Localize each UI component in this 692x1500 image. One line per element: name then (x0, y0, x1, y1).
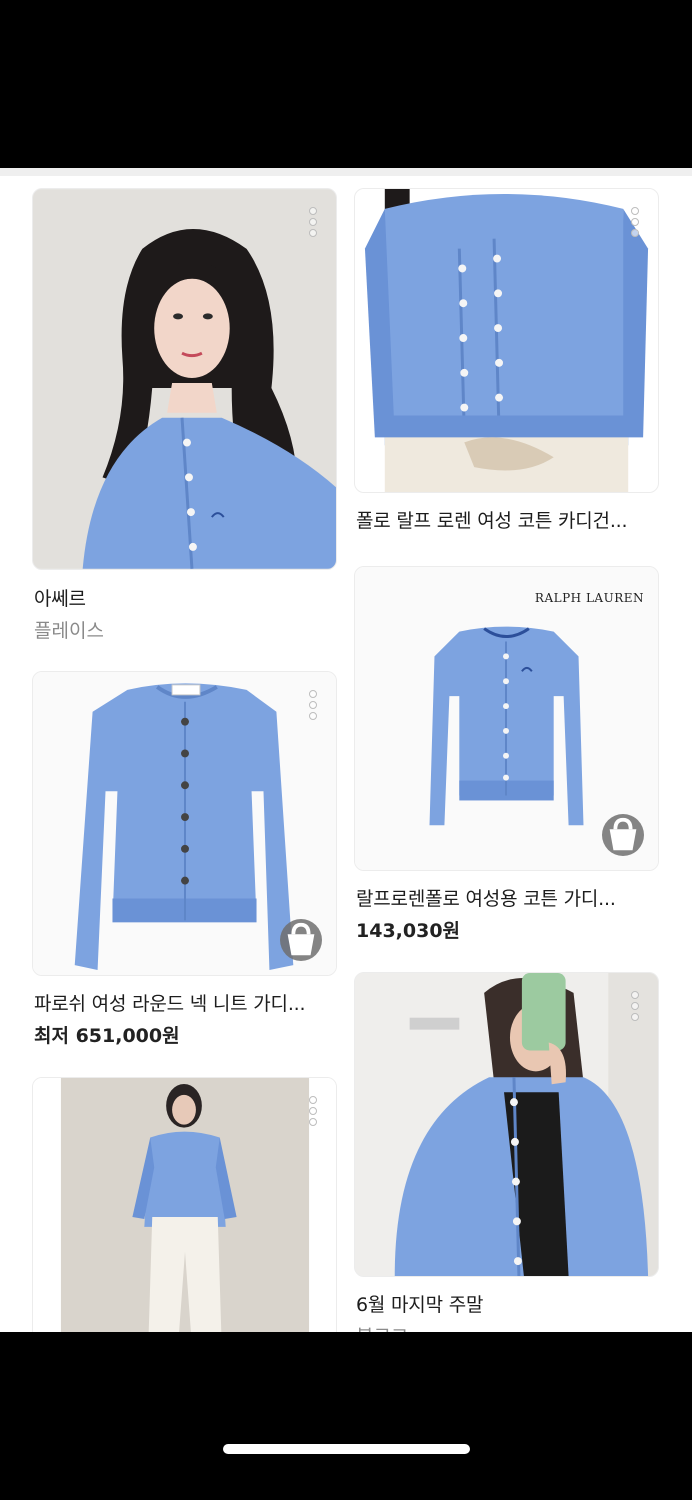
shopping-bag-icon[interactable] (602, 814, 644, 856)
more-icon[interactable] (306, 690, 320, 720)
result-card-5[interactable] (32, 1077, 337, 1332)
result-image-3[interactable]: RALPH LAUREN (354, 566, 659, 871)
result-title[interactable]: 6월 마지막 주말 (356, 1290, 661, 1317)
result-image-2[interactable] (354, 188, 659, 493)
result-title[interactable]: 아쎄르 (34, 584, 339, 611)
shopping-bag-icon[interactable] (280, 919, 322, 961)
result-title[interactable]: 랄프로렌폴로 여성용 코튼 가디... (356, 884, 661, 911)
result-card-1[interactable]: 아쎄르 플레이스 (32, 188, 337, 648)
result-source: 플레이스 (34, 620, 104, 642)
more-icon[interactable] (628, 207, 642, 237)
result-title[interactable]: 파로쉬 여성 라운드 넥 니트 가디... (34, 989, 339, 1016)
result-title[interactable]: 폴로 랄프 로렌 여성 코튼 카디건... (356, 506, 661, 533)
image-results-grid[interactable]: 아쎄르 플레이스 폴로 랄프 로렌 여성 코튼 카디건... RALPH LAU… (0, 168, 692, 1332)
more-icon[interactable] (306, 207, 320, 237)
mirror-selfie-photo (355, 973, 658, 1276)
status-bar (0, 0, 692, 168)
result-card-4[interactable]: 파로쉬 여성 라운드 넥 니트 가디... 최저 651,000원 (32, 671, 337, 1051)
result-image-5[interactable] (32, 1077, 337, 1332)
result-image-4[interactable] (32, 671, 337, 976)
result-card-6[interactable]: 6월 마지막 주말 블로그 (354, 972, 659, 1332)
cardigan-closeup-photo (355, 189, 658, 492)
result-source: 블로그 (356, 1322, 408, 1332)
result-card-3[interactable]: RALPH LAUREN 랄프로렌폴로 여성용 코튼 가디... 143,030… (354, 566, 659, 946)
result-image-6[interactable] (354, 972, 659, 1277)
result-price: 최저 651,000원 (34, 1025, 180, 1047)
result-image-1[interactable] (32, 188, 337, 570)
model-full-body-photo (33, 1078, 336, 1332)
result-price: 143,030원 (356, 920, 461, 942)
more-icon[interactable] (628, 991, 642, 1021)
home-indicator[interactable] (223, 1444, 470, 1454)
top-divider (0, 168, 692, 176)
result-card-2[interactable]: 폴로 랄프 로렌 여성 코튼 카디건... (354, 188, 659, 548)
woman-blue-cardigan-photo (33, 189, 336, 569)
more-icon[interactable] (306, 1096, 320, 1126)
bottom-bar (0, 1332, 692, 1500)
ralph-lauren-logo: RALPH LAUREN (534, 591, 644, 605)
